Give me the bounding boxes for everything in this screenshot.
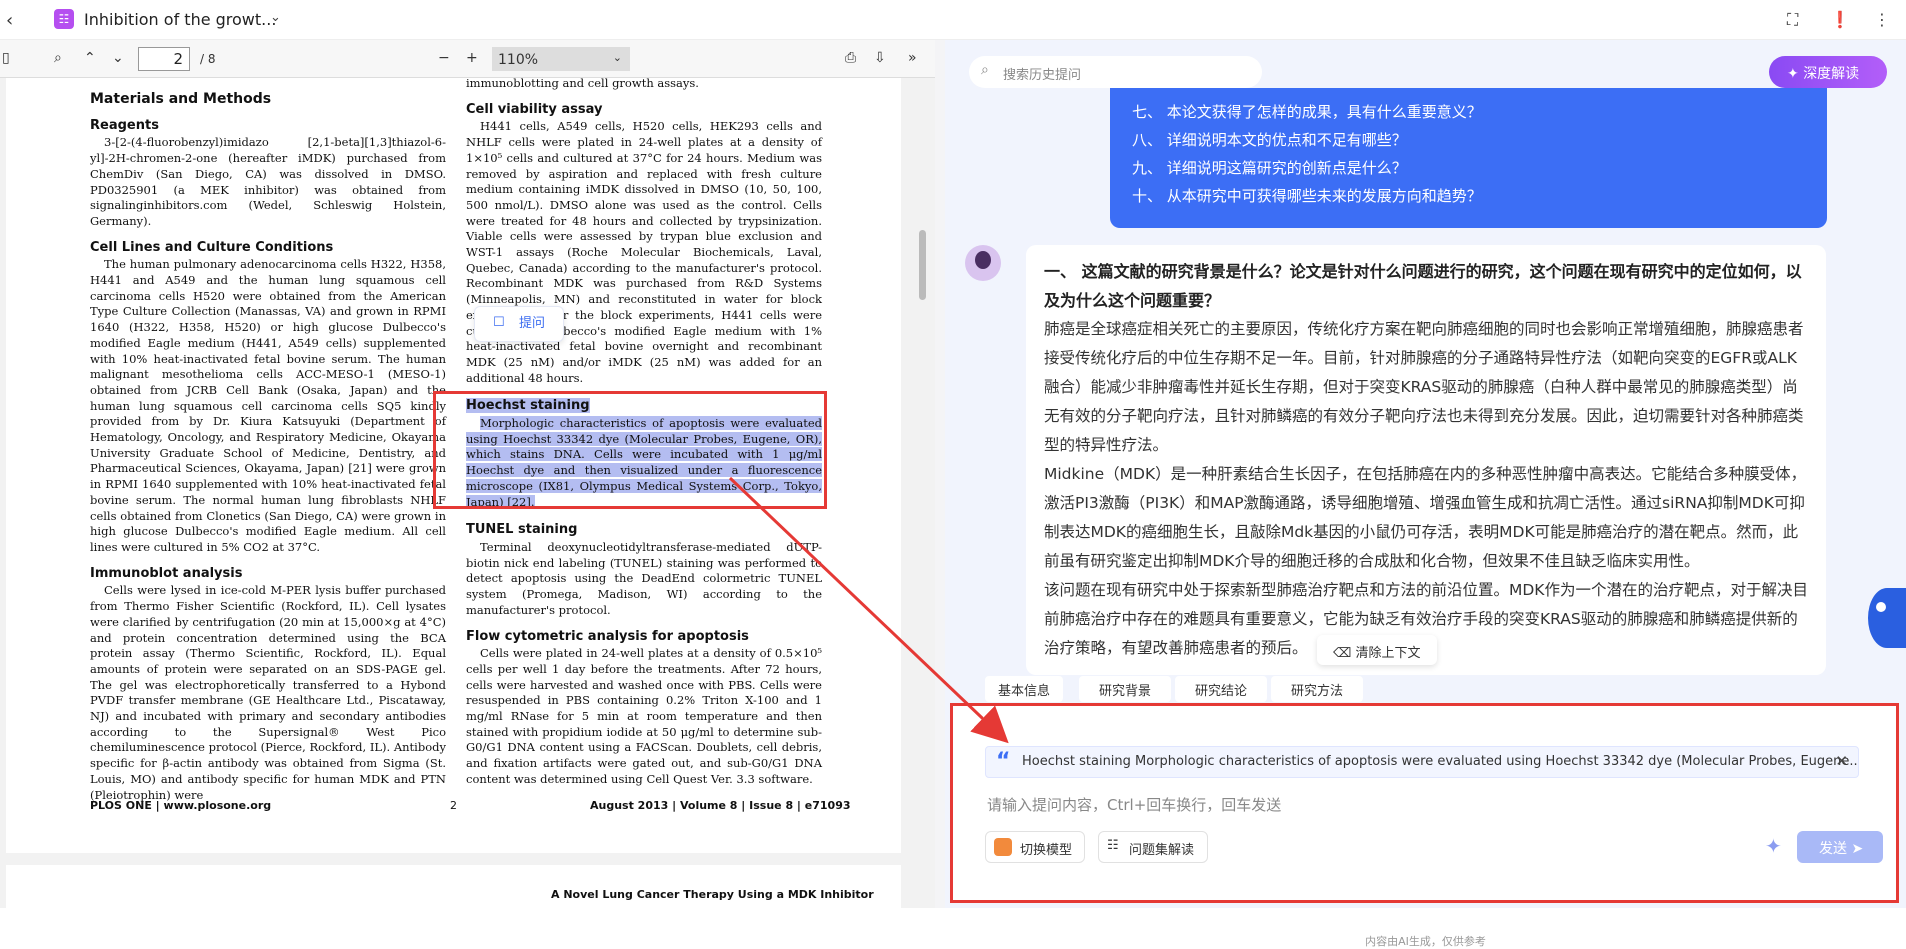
page-footer-number: 2: [450, 799, 457, 812]
question-item[interactable]: 十、 从本研究中可获得哪些未来的发展方向和趋势？: [1132, 182, 1827, 210]
chip-background[interactable]: 研究背景: [1079, 676, 1171, 702]
pane-splitter[interactable]: [935, 40, 945, 908]
sparkle-icon: ✦: [1787, 66, 1799, 82]
question-item[interactable]: 八、 详细说明本文的优点和不足有哪些？: [1132, 126, 1827, 154]
assistant-avatar: [965, 245, 1001, 281]
chip-basic-info[interactable]: 基本信息: [985, 676, 1063, 702]
search-icon: ⌕: [981, 62, 989, 78]
close-icon[interactable]: ✕: [1835, 752, 1848, 770]
answer-paragraph: Midkine（MDK）是一种肝素结合生长因子，在包括肺癌在内的多种恶性肿瘤中高…: [1044, 465, 1807, 570]
question-set-button[interactable]: ☷ 问题集解读: [1098, 831, 1208, 863]
answer-question: 一、 这篇文献的研究背景是什么？论文是针对什么问题进行的研究，这个问题在现有研究…: [1044, 262, 1802, 310]
paragraph: H441 cells, A549 cells, H520 cells, HEK2…: [466, 119, 822, 385]
page-footer-journal: PLOS ONE | www.plosone.org: [90, 799, 272, 812]
running-header: A Novel Lung Cancer Therapy Using a MDK …: [551, 888, 874, 901]
pdf-next-page: A Novel Lung Cancer Therapy Using a MDK …: [6, 865, 901, 908]
download-icon[interactable]: ⇩: [874, 50, 886, 66]
switch-model-button[interactable]: 切换模型: [985, 831, 1085, 863]
paragraph: immunoblotting and cell growth assays.: [466, 78, 699, 90]
deep-read-button[interactable]: ✦ 深度解读: [1769, 56, 1887, 88]
section-heading: Flow cytometric analysis for apoptosis: [466, 628, 749, 644]
ai-disclaimer: 内容由AI生成，仅供参考: [1365, 935, 1486, 948]
ask-icon: ☐: [493, 315, 505, 330]
pdf-page: Materials and Methods Reagents 3-[2-(4-f…: [6, 78, 901, 853]
paragraph: 3-[2-(4-fluorobenzyl)imidazo [2,1-beta][…: [90, 135, 446, 228]
section-heading: TUNEL staining: [466, 522, 578, 538]
paragraph: Cells were lysed in ice-cold M-PER lysis…: [90, 583, 446, 802]
pdf-scrollbar[interactable]: [915, 40, 929, 868]
sidebar-toggle-icon[interactable]: ▯: [2, 50, 10, 66]
history-search-input[interactable]: ⌕ 搜索历史提问: [969, 56, 1262, 88]
eraser-icon: ⌫: [1333, 646, 1352, 661]
zoom-in-icon[interactable]: +: [466, 50, 478, 66]
search-placeholder: 搜索历史提问: [1003, 68, 1082, 83]
left-column: Materials and Methods Reagents 3-[2-(4-f…: [90, 91, 446, 803]
chevron-down-icon: ⌄: [612, 51, 622, 64]
quoted-selection: “ Hoechst staining Morphologic character…: [985, 746, 1859, 778]
print-icon[interactable]: ⎙: [845, 50, 856, 66]
section-heading: Cell Lines and Culture Conditions: [90, 239, 334, 255]
search-icon[interactable]: ⌕: [54, 50, 62, 66]
next-page-icon[interactable]: ⌄: [112, 50, 124, 66]
question-item[interactable]: 七、 本论文获得了怎样的成果，具有什么重要意义？: [1132, 98, 1827, 126]
paragraph: The human pulmonary adenocarcinoma cells…: [90, 257, 446, 554]
page-number-input[interactable]: 2: [138, 47, 190, 71]
section-heading: Immunoblot analysis: [90, 565, 243, 581]
section-heading: Materials and Methods: [90, 91, 272, 107]
quote-icon: “: [996, 749, 1011, 774]
paragraph: Cells were plated in 24-well plates at a…: [466, 646, 822, 786]
question-item[interactable]: 九、 详细说明这篇研究的创新点是什么？: [1132, 154, 1827, 182]
document-title[interactable]: Inhibition of the growt...: [84, 10, 276, 29]
ask-button[interactable]: ☐ 提问: [474, 306, 564, 342]
question-input-panel: “ Hoechst staining Morphologic character…: [950, 703, 1899, 903]
fullscreen-icon[interactable]: ⛶: [1787, 10, 1798, 30]
selection-highlight-box: [433, 391, 827, 509]
paragraph: Terminal deoxynucleotidyltransferase-med…: [466, 539, 822, 617]
zoom-out-icon[interactable]: −: [438, 50, 450, 66]
pdf-toolbar: ▯ ⌕ ⌃ ⌄ 2 / 8 − + 110% ⌄ ⎙ ⇩ »: [0, 40, 935, 78]
send-icon: ➤: [1851, 841, 1864, 857]
more-icon[interactable]: ⋮: [1874, 10, 1890, 29]
pdf-viewer: ▯ ⌕ ⌃ ⌄ 2 / 8 − + 110% ⌄ ⎙ ⇩ » Materials …: [0, 40, 935, 908]
ai-assistant-pane: ⌕ 搜索历史提问 ✦ 深度解读 七、 本论文获得了怎样的成果，具有什么重要意义？…: [945, 40, 1906, 948]
zoom-select[interactable]: 110% ⌄: [492, 47, 630, 71]
sparkle-icon[interactable]: ✦: [1765, 834, 1782, 858]
quote-text: Hoechst staining Morphologic characteris…: [1022, 754, 1859, 769]
mascot-icon[interactable]: [1868, 588, 1906, 648]
clear-context-button[interactable]: ⌫ 清除上下文: [1317, 635, 1437, 665]
top-bar: ‹ ☷ Inhibition of the growt... ⌄ ⛶ ❗ ⋮: [0, 0, 1906, 40]
answer-paragraph: 肺癌是全球癌症相关死亡的主要原因，传统化疗方案在靶向肺癌细胞的同时也会影响正常增…: [1044, 320, 1804, 454]
section-heading: Reagents: [90, 117, 159, 133]
model-icon: [994, 838, 1012, 856]
prev-page-icon[interactable]: ⌃: [84, 50, 96, 66]
question-input[interactable]: 请输入提问内容，Ctrl+回车换行，回车发送: [987, 794, 1281, 815]
feedback-icon[interactable]: ❗: [1830, 10, 1850, 29]
page-total: / 8: [200, 52, 216, 66]
document-icon: ☷: [1107, 838, 1119, 853]
scrollbar-thumb[interactable]: [919, 230, 926, 300]
send-button[interactable]: 发送 ➤: [1797, 831, 1883, 863]
chevron-down-icon[interactable]: ⌄: [270, 10, 281, 25]
page-footer-issue: August 2013 | Volume 8 | Issue 8 | e7109…: [590, 799, 851, 812]
chip-conclusion[interactable]: 研究结论: [1175, 676, 1267, 702]
document-icon: ☷: [54, 9, 74, 29]
question-list-card: 七、 本论文获得了怎样的成果，具有什么重要意义？ 八、 详细说明本文的优点和不足…: [1110, 88, 1827, 228]
section-heading: Cell viability assay: [466, 101, 603, 117]
chip-methods[interactable]: 研究方法: [1271, 676, 1363, 702]
back-icon[interactable]: ‹: [6, 10, 13, 31]
answer-card: 一、 这篇文献的研究背景是什么？论文是针对什么问题进行的研究，这个问题在现有研究…: [1026, 245, 1826, 675]
